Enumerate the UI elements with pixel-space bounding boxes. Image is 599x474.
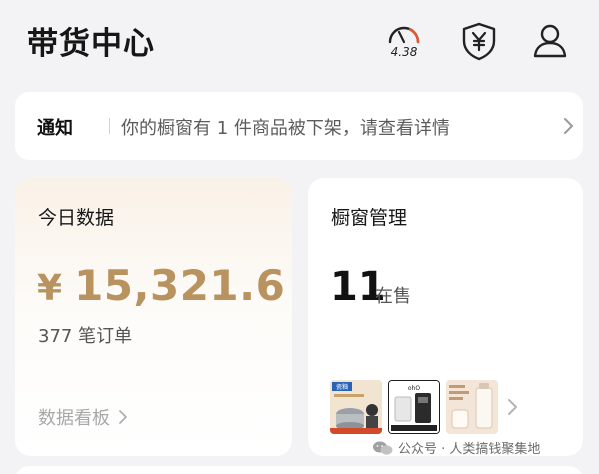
notice-divider	[109, 118, 110, 134]
thumb-brand-text: ohO	[408, 385, 420, 392]
today-data-title: 今日数据	[38, 207, 115, 229]
watermark-text: 公众号 · 人类搞钱聚集地	[398, 442, 541, 457]
today-data-card[interactable]: 今日数据 ¥15,321.6 377 笔订单 数据看板	[15, 178, 292, 456]
product-thumbnail[interactable]: ohO	[388, 380, 440, 434]
on-sale-label: 在售	[375, 286, 411, 307]
order-count: 377 笔订单	[38, 326, 133, 347]
shield-yen-icon	[462, 22, 496, 61]
chevron-right-icon	[119, 410, 127, 424]
security-button[interactable]	[459, 20, 499, 64]
window-management-card[interactable]: 橱窗管理 11 在售 瓷釉 ohO	[308, 178, 583, 456]
sales-amount: ¥15,321.6	[37, 261, 285, 310]
thumb-brand-text: 瓷釉	[336, 383, 348, 391]
wechat-icon	[373, 441, 393, 455]
notice-label: 通知	[37, 118, 73, 139]
dashboard-link-label: 数据看板	[38, 408, 110, 429]
window-management-title: 橱窗管理	[331, 207, 408, 229]
dashboard-link[interactable]: 数据看板	[38, 404, 128, 430]
product-thumbnail[interactable]: 瓷釉	[330, 380, 382, 434]
chevron-right-icon	[564, 118, 573, 134]
skincare-product-image	[446, 380, 498, 434]
chevron-right-icon	[508, 399, 517, 415]
product-thumbnails: 瓷釉 ohO	[330, 380, 498, 434]
product-thumbnail[interactable]	[446, 380, 498, 434]
page-title: 带货中心	[27, 26, 155, 62]
user-icon	[533, 24, 567, 58]
speed-score-value: 4.38	[390, 45, 418, 59]
appliance-product-image: ohO	[389, 381, 439, 433]
watermark: 公众号 · 人类搞钱聚集地	[372, 438, 540, 457]
notice-bar[interactable]: 通知 你的橱窗有 1 件商品被下架，请查看详情	[15, 92, 583, 160]
speedometer-icon	[388, 26, 420, 44]
currency-symbol: ¥	[37, 268, 63, 309]
next-card-edge	[15, 466, 583, 474]
app-header: 带货中心 4.38	[0, 0, 599, 86]
speed-score-button[interactable]: 4.38	[384, 20, 424, 64]
rice-cooker-product-image: 瓷釉	[330, 380, 382, 434]
profile-button[interactable]	[530, 20, 570, 64]
sales-amount-value: 15,321.6	[74, 261, 286, 310]
notice-text: 你的橱窗有 1 件商品被下架，请查看详情	[121, 118, 450, 139]
